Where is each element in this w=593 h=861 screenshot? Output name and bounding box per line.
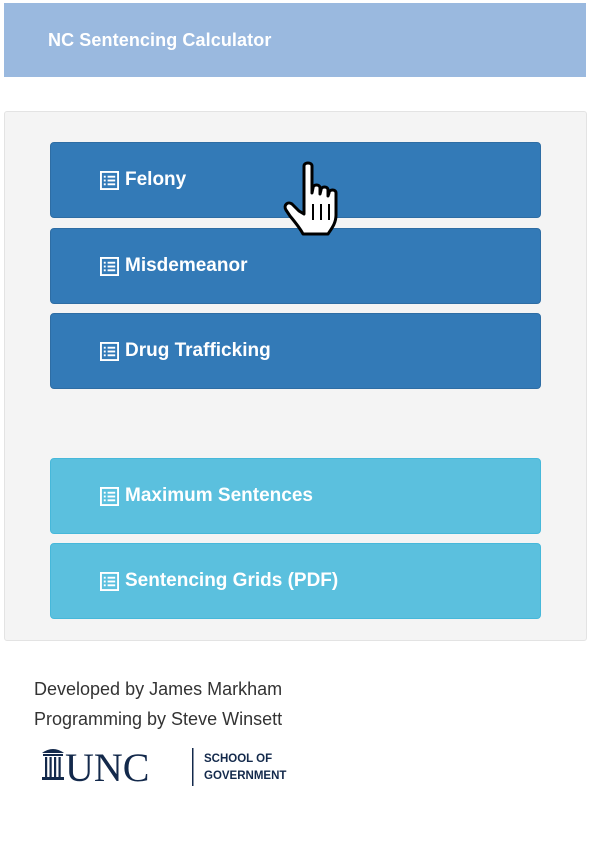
old-well-icon xyxy=(42,749,64,780)
list-alt-icon xyxy=(100,571,119,591)
sentencing-grids-button[interactable]: Sentencing Grids (PDF) xyxy=(50,543,541,619)
app-header: NC Sentencing Calculator xyxy=(4,3,586,77)
credits: Developed by James Markham Programming b… xyxy=(34,674,282,734)
list-alt-icon xyxy=(100,170,119,190)
hand-pointer-icon xyxy=(283,161,338,236)
logo-divider xyxy=(192,748,194,786)
programmer-credit: Programming by Steve Winsett xyxy=(34,709,283,729)
misdemeanor-label: Misdemeanor xyxy=(125,255,248,276)
drug-trafficking-button[interactable]: Drug Trafficking xyxy=(50,313,541,389)
sentencing-grids-label: Sentencing Grids (PDF) xyxy=(125,570,339,591)
felony-label: Felony xyxy=(125,169,187,190)
list-alt-icon xyxy=(100,341,119,361)
list-alt-icon xyxy=(100,486,119,506)
misdemeanor-button[interactable]: Misdemeanor xyxy=(50,228,541,304)
logo-unc-text: UNC xyxy=(65,745,149,790)
maximum-sentences-button[interactable]: Maximum Sentences xyxy=(50,458,541,534)
maximum-sentences-label: Maximum Sentences xyxy=(125,485,313,506)
logo-school-of: SCHOOL OF xyxy=(204,753,272,765)
drug-trafficking-label: Drug Trafficking xyxy=(125,340,271,361)
logo-government: GOVERNMENT xyxy=(204,770,286,782)
list-alt-icon xyxy=(100,256,119,276)
app-title: NC Sentencing Calculator xyxy=(48,29,272,50)
developer-credit: Developed by James Markham xyxy=(34,679,283,699)
unc-sog-logo[interactable]: UNC SCHOOL OF GOVERNMENT xyxy=(40,743,310,793)
